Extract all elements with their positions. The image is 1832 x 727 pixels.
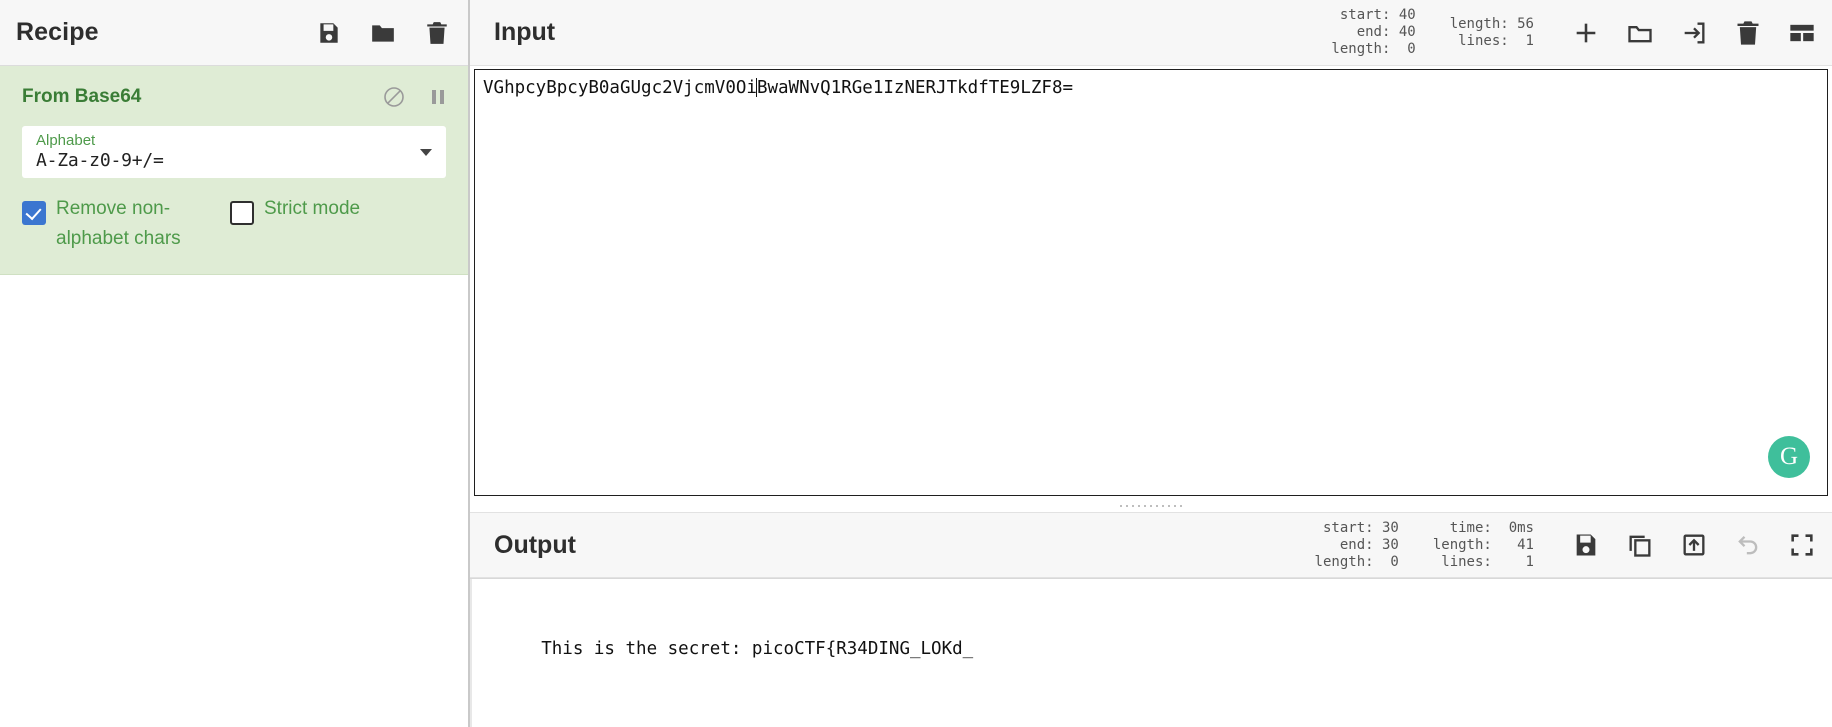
clear-input-icon[interactable] [1734, 19, 1762, 47]
disable-icon[interactable] [382, 85, 406, 109]
output-text[interactable]: This is the secret: picoCTF{R34DING_LOKd… [470, 578, 1832, 727]
operation-header: From Base64 [0, 80, 468, 114]
recipe-drop-area[interactable] [0, 275, 468, 727]
undo-icon[interactable] [1734, 531, 1762, 559]
input-header: Input start: 40 end: 40 length: 0 length… [470, 0, 1832, 66]
recipe-title: Recipe [16, 18, 99, 46]
io-splitter[interactable] [470, 500, 1832, 512]
output-value: This is the secret: picoCTF{R34DING_LOKd… [541, 639, 974, 659]
cyberchef-app: Recipe From Base64 Alphabet A-Za-z0-9+/=… [0, 0, 1832, 727]
grammarly-badge-icon[interactable]: G [1768, 436, 1810, 478]
operation-title: From Base64 [22, 86, 142, 107]
input-text-after-caret: BwaWNvQ1RGe1IzNERJTkdfTE9LZF8= [756, 78, 1074, 98]
output-title: Output [494, 530, 576, 559]
operation-checkboxes: Remove non-alphabet chars Strict mode [0, 178, 468, 254]
remove-non-alphabet-chars-label: Remove non-alphabet chars [56, 198, 181, 249]
recipe-header-icons [316, 20, 450, 46]
open-folder-input-icon[interactable] [1626, 19, 1654, 47]
input-text-before-caret: VGhpcyBpcyB0aGUgc2VjcmV0Oi [483, 78, 757, 98]
input-textarea[interactable]: VGhpcyBpcyB0aGUgc2VjcmV0OiBwaWNvQ1RGe1Iz… [474, 69, 1828, 496]
open-file-as-input-icon[interactable] [1680, 19, 1708, 47]
alphabet-field[interactable]: Alphabet A-Za-z0-9+/= [22, 126, 446, 178]
input-length-stats: length: 56 lines: 1 [1449, 15, 1534, 49]
add-input-tab-icon[interactable] [1572, 19, 1600, 47]
input-area-wrapper: VGhpcyBpcyB0aGUgc2VjcmV0OiBwaWNvQ1RGe1Iz… [470, 66, 1832, 500]
toggle-panel-layout-icon[interactable] [1788, 19, 1816, 47]
replace-input-with-output-icon[interactable] [1680, 531, 1708, 559]
maximise-output-icon[interactable] [1788, 531, 1816, 559]
recipe-header: Recipe [0, 0, 468, 66]
input-selection-stats: start: 40 end: 40 length: 0 [1331, 7, 1416, 57]
breakpoint-pause-icon[interactable] [426, 85, 450, 109]
remove-non-alphabet-chars-option[interactable]: Remove non-alphabet chars [22, 194, 212, 254]
output-length-stats: time: 0ms length: 41 lines: 1 [1432, 519, 1534, 570]
copy-output-icon[interactable] [1626, 531, 1654, 559]
input-actions [1572, 19, 1816, 47]
alphabet-value[interactable]: A-Za-z0-9+/= [36, 149, 412, 173]
strict-mode-label: Strict mode [264, 198, 361, 219]
recipe-pane: Recipe From Base64 Alphabet A-Za-z0-9+/=… [0, 0, 470, 727]
strict-mode-checkbox[interactable] [230, 201, 254, 225]
alphabet-label: Alphabet [36, 132, 96, 149]
splitter-grip-icon [1118, 504, 1184, 508]
save-output-icon[interactable] [1572, 531, 1600, 559]
output-selection-stats: start: 30 end: 30 length: 0 [1314, 519, 1399, 570]
clear-recipe-icon[interactable] [424, 20, 450, 46]
output-actions [1572, 531, 1816, 559]
load-recipe-icon[interactable] [370, 20, 396, 46]
save-recipe-icon[interactable] [316, 20, 342, 46]
recipe-operation-from-base64[interactable]: From Base64 Alphabet A-Za-z0-9+/= Remove… [0, 66, 468, 275]
input-title: Input [494, 18, 556, 46]
chevron-down-icon[interactable] [420, 149, 432, 156]
remove-non-alphabet-chars-checkbox[interactable] [22, 201, 46, 225]
io-pane: Input start: 40 end: 40 length: 0 length… [470, 0, 1832, 727]
output-gutter [470, 579, 472, 727]
operation-actions [382, 85, 450, 109]
output-header: Output start: 30 end: 30 length: 0 time:… [470, 512, 1832, 578]
strict-mode-option[interactable]: Strict mode [230, 194, 360, 254]
